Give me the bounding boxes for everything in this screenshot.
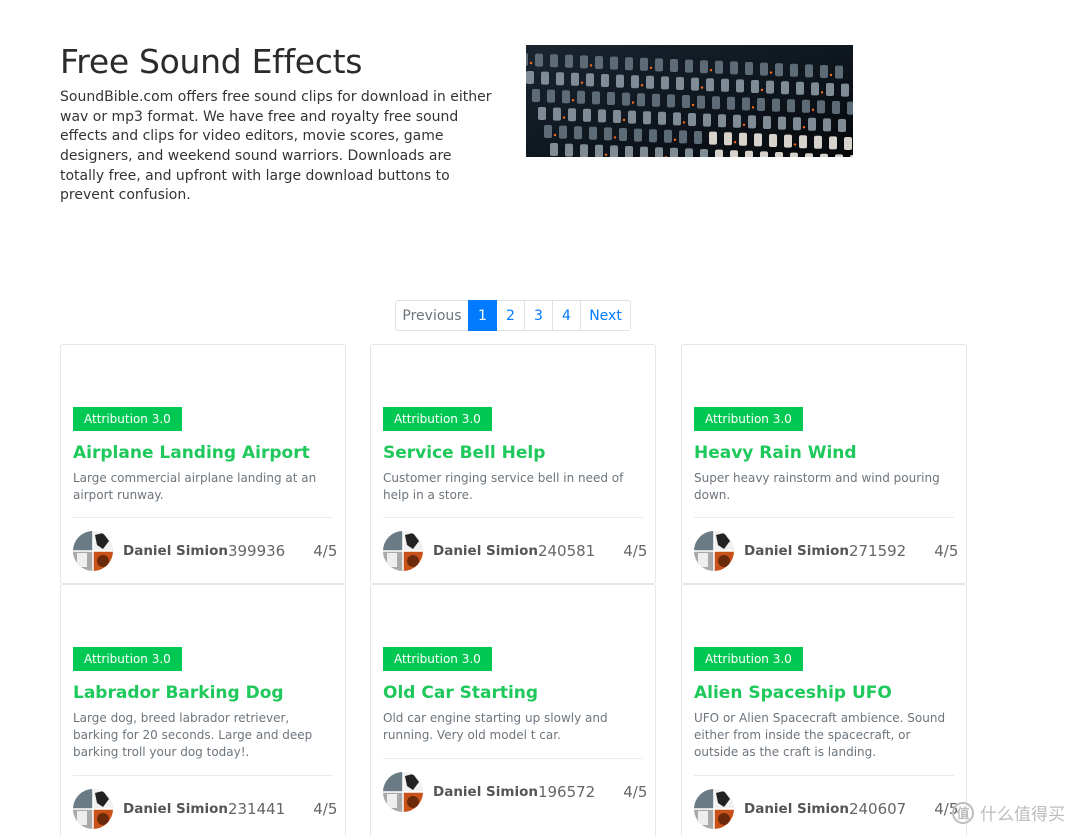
- author-avatar-image: [73, 531, 113, 571]
- watermark: 值 什么值得买: [952, 800, 1065, 825]
- sound-card[interactable]: Attribution 3.0 Alien Spaceship UFO UFO or…: [681, 584, 967, 836]
- sound-description: Large dog, breed labrador retriever, bar…: [73, 711, 313, 760]
- author-avatar[interactable]: [694, 789, 734, 829]
- card-divider: [73, 775, 333, 776]
- author-name[interactable]: Daniel Simion: [123, 543, 228, 559]
- pagination-previous[interactable]: Previous: [395, 300, 469, 331]
- download-count: 240581: [537, 542, 596, 560]
- author-avatar[interactable]: [383, 531, 423, 571]
- sound-card[interactable]: Attribution 3.0 Service Bell Help Customer…: [370, 344, 656, 584]
- author-avatar-image: [694, 531, 734, 571]
- author-avatar[interactable]: [73, 789, 113, 829]
- download-count: 196572: [537, 783, 596, 801]
- pagination-page-4[interactable]: 4: [552, 300, 581, 331]
- download-count: 231441: [227, 800, 286, 818]
- card-divider: [694, 517, 954, 518]
- pagination-page-3[interactable]: 3: [524, 300, 553, 331]
- author-avatar-image: [383, 531, 423, 571]
- watermark-icon: 值: [952, 801, 974, 824]
- rating: 4/5: [313, 542, 338, 560]
- sound-title-link[interactable]: Alien Spaceship UFO: [694, 683, 892, 703]
- rating: 4/5: [934, 542, 959, 560]
- pagination: Previous 1 2 3 4 Next: [395, 300, 631, 331]
- sound-card[interactable]: Attribution 3.0 Airplane Landing Airport L…: [60, 344, 346, 584]
- pagination-page-2[interactable]: 2: [496, 300, 525, 331]
- license-badge[interactable]: Attribution 3.0: [73, 407, 182, 431]
- license-badge[interactable]: Attribution 3.0: [73, 647, 182, 671]
- sound-title-link[interactable]: Old Car Starting: [383, 683, 538, 703]
- author-avatar[interactable]: [73, 531, 113, 571]
- rating: 4/5: [623, 542, 648, 560]
- sound-card[interactable]: Attribution 3.0 Heavy Rain Wind Super heav…: [681, 344, 967, 584]
- card-footer: Daniel Simion 240581 4/5: [383, 529, 647, 573]
- author-name[interactable]: Daniel Simion: [744, 801, 849, 817]
- pagination-next[interactable]: Next: [580, 300, 631, 331]
- sound-description: UFO or Alien Spacecraft ambience. Sound …: [694, 711, 946, 760]
- card-footer: Daniel Simion 399936 4/5: [73, 529, 337, 573]
- author-avatar-image: [694, 789, 734, 829]
- rating: 4/5: [623, 783, 648, 801]
- rating: 4/5: [313, 800, 338, 818]
- sound-description: Large commercial airplane landing at an …: [73, 471, 317, 503]
- sound-title-link[interactable]: Heavy Rain Wind: [694, 443, 857, 463]
- watermark-text: 什么值得买: [980, 805, 1065, 825]
- sound-title-link[interactable]: Airplane Landing Airport: [73, 443, 310, 463]
- mixing-console-image: [526, 45, 853, 157]
- sound-card[interactable]: Attribution 3.0 Old Car Starting Old car e…: [370, 584, 656, 836]
- author-avatar[interactable]: [383, 772, 423, 812]
- card-divider: [73, 517, 333, 518]
- download-count: 271592: [848, 542, 907, 560]
- card-divider: [383, 758, 643, 759]
- author-name[interactable]: Daniel Simion: [433, 784, 538, 800]
- hero-description: SoundBible.com offers free sound clips f…: [60, 89, 492, 204]
- sound-description: Old car engine starting up slowly and ru…: [383, 711, 608, 743]
- sound-card[interactable]: Attribution 3.0 Labrador Barking Dog Large…: [60, 584, 346, 836]
- author-avatar-image: [383, 772, 423, 812]
- author-name[interactable]: Daniel Simion: [433, 543, 538, 559]
- card-footer: Daniel Simion 196572 4/5: [383, 770, 647, 814]
- card-footer: Daniel Simion 240607 4/5: [694, 787, 958, 831]
- pagination-page-1[interactable]: 1: [468, 300, 497, 331]
- license-badge[interactable]: Attribution 3.0: [694, 407, 803, 431]
- download-count: 240607: [848, 800, 907, 818]
- sound-title-link[interactable]: Labrador Barking Dog: [73, 683, 284, 703]
- mixing-console-illustration: [526, 45, 853, 157]
- hero-section: Free Sound Effects SoundBible.com offers…: [60, 42, 500, 206]
- license-badge[interactable]: Attribution 3.0: [383, 647, 492, 671]
- sound-description: Customer ringing service bell in need of…: [383, 471, 624, 503]
- card-divider: [694, 775, 954, 776]
- author-avatar-image: [73, 789, 113, 829]
- download-count: 399936: [227, 542, 286, 560]
- card-footer: Daniel Simion 271592 4/5: [694, 529, 958, 573]
- card-divider: [383, 517, 643, 518]
- license-badge[interactable]: Attribution 3.0: [383, 407, 492, 431]
- card-footer: Daniel Simion 231441 4/5: [73, 787, 337, 831]
- author-name[interactable]: Daniel Simion: [123, 801, 228, 817]
- author-avatar[interactable]: [694, 531, 734, 571]
- license-badge[interactable]: Attribution 3.0: [694, 647, 803, 671]
- author-name[interactable]: Daniel Simion: [744, 543, 849, 559]
- sound-title-link[interactable]: Service Bell Help: [383, 443, 545, 463]
- page-title: Free Sound Effects: [60, 42, 363, 81]
- sound-description: Super heavy rainstorm and wind pouring d…: [694, 471, 940, 503]
